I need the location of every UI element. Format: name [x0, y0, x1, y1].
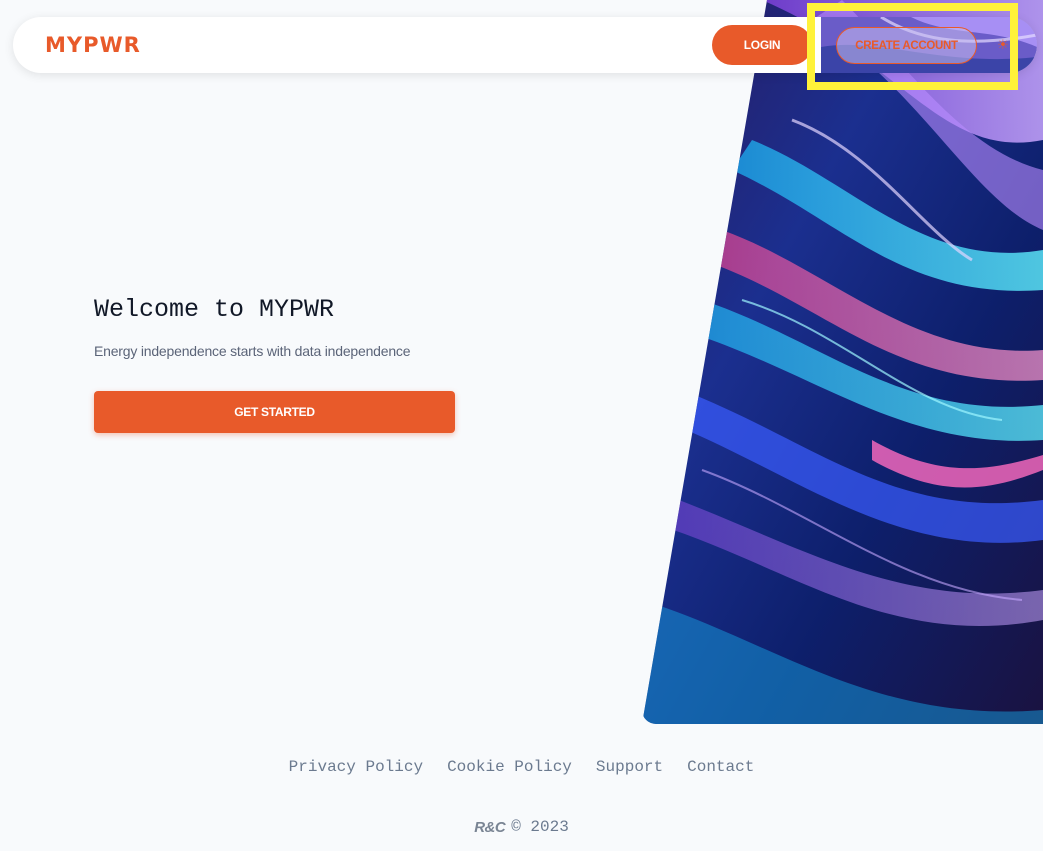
copyright: R&C © 2023 [0, 818, 1043, 836]
cookie-policy-link[interactable]: Cookie Policy [447, 758, 572, 776]
sun-icon[interactable]: ☀ [994, 36, 1012, 54]
create-account-button[interactable]: CREATE ACCOUNT [836, 27, 977, 64]
hero-title: Welcome to MYPWR [94, 295, 335, 324]
hero-subtitle: Energy independence starts with data ind… [94, 343, 411, 359]
contact-link[interactable]: Contact [687, 758, 754, 776]
copyright-text: © 2023 [511, 818, 569, 836]
login-button[interactable]: LOGIN [712, 25, 812, 65]
get-started-button[interactable]: GET STARTED [94, 391, 455, 433]
support-link[interactable]: Support [596, 758, 663, 776]
hero-artwork [642, 0, 1043, 724]
privacy-policy-link[interactable]: Privacy Policy [289, 758, 423, 776]
footer-links: Privacy Policy Cookie Policy Support Con… [0, 758, 1043, 776]
mypwr-logo[interactable]: MYPWR [45, 34, 141, 56]
brand-logo: R&C [474, 818, 506, 836]
page: MYPWR LOGIN CREATE ACCOUNT ☀ Welcome to … [0, 0, 1043, 851]
